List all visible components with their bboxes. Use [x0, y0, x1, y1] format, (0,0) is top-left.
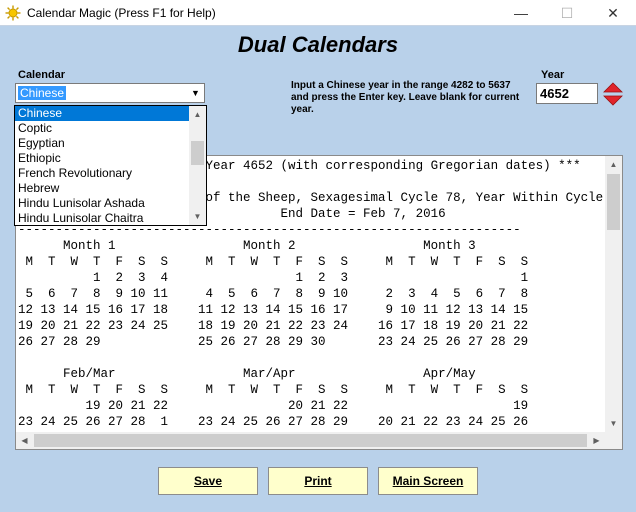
window-title: Calendar Magic (Press F1 for Help) — [27, 6, 216, 20]
scroll-thumb[interactable] — [607, 174, 620, 230]
scroll-corner — [605, 432, 622, 449]
dropdown-option-ethiopic[interactable]: Ethiopic — [15, 151, 190, 166]
dropdown-option-hindu-lunisolar-chaitra[interactable]: Hindu Lunisolar Chaitra — [15, 211, 190, 225]
output-line: 23 24 25 26 27 28 1 23 24 25 26 27 28 29… — [18, 415, 529, 429]
year-label: Year — [541, 69, 565, 81]
scroll-thumb[interactable] — [34, 434, 587, 447]
dropdown-option-french-revolutionary[interactable]: French Revolutionary — [15, 166, 190, 181]
scroll-up-icon[interactable]: ▲ — [605, 156, 622, 173]
maximize-button[interactable]: ☐ — [544, 0, 590, 26]
output-line: 1 2 3 4 1 2 3 1 — [93, 271, 529, 285]
calendar-dropdown-list[interactable]: Chinese Coptic Egyptian Ethiopic French … — [14, 105, 207, 226]
calendar-label: Calendar — [18, 69, 66, 81]
save-button[interactable]: Save — [158, 467, 258, 495]
scroll-left-icon[interactable]: ◀ — [16, 432, 33, 449]
calendar-select[interactable]: Chinese ▼ — [15, 83, 205, 103]
output-horizontal-scrollbar[interactable]: ◀ ▶ — [16, 432, 605, 449]
output-line: M T W T F S S M T W T F S S M T W T F S … — [25, 383, 529, 397]
close-button[interactable]: ✕ — [590, 0, 636, 26]
dropdown-scrollbar[interactable]: ▲ ▼ — [189, 106, 206, 225]
scroll-thumb[interactable] — [191, 141, 204, 165]
output-line: 12 13 14 15 16 17 18 11 12 13 14 15 16 1… — [18, 303, 529, 317]
output-line: Feb/Mar Mar/Apr Apr/May — [63, 367, 476, 381]
chevron-down-icon[interactable]: ▼ — [187, 84, 204, 102]
scroll-up-icon[interactable]: ▲ — [189, 106, 206, 123]
dropdown-option-hebrew[interactable]: Hebrew — [15, 181, 190, 196]
output-line: M T W T F S S M T W T F S S M T W T F S … — [25, 255, 529, 269]
output-vertical-scrollbar[interactable]: ▲ ▼ — [605, 156, 622, 432]
instructions-text: Input a Chinese year in the range 4282 t… — [291, 80, 520, 115]
calendar-selected-value: Chinese — [18, 86, 67, 100]
dropdown-option-coptic[interactable]: Coptic — [15, 121, 190, 136]
output-line: 19 20 21 22 23 24 25 18 19 20 21 22 23 2… — [18, 319, 529, 333]
output-line: Month 1 Month 2 Month 3 — [63, 239, 476, 253]
minimize-button[interactable]: — — [498, 0, 544, 26]
year-input[interactable]: 4652 — [536, 83, 598, 104]
dropdown-option-chinese[interactable]: Chinese — [15, 106, 190, 121]
main-screen-button[interactable]: Main Screen — [378, 467, 478, 495]
year-spinner-icon[interactable] — [603, 82, 623, 106]
page-title: Dual Calendars — [237, 32, 399, 57]
output-line: 5 6 7 8 9 10 11 4 5 6 7 8 9 10 2 3 4 5 6… — [25, 287, 529, 301]
scroll-down-icon[interactable]: ▼ — [189, 208, 206, 225]
title-bar: Calendar Magic (Press F1 for Help) — ☐ ✕ — [0, 0, 636, 26]
output-line: 19 20 21 22 20 21 22 19 — [85, 399, 529, 413]
output-line: 26 27 28 29 25 26 27 28 29 30 23 24 25 2… — [18, 335, 529, 349]
dropdown-option-hindu-lunisolar-ashada[interactable]: Hindu Lunisolar Ashada — [15, 196, 190, 211]
scroll-right-icon[interactable]: ▶ — [588, 432, 605, 449]
dropdown-option-egyptian[interactable]: Egyptian — [15, 136, 190, 151]
sun-icon — [5, 5, 21, 21]
print-button[interactable]: Print — [268, 467, 368, 495]
scroll-down-icon[interactable]: ▼ — [605, 415, 622, 432]
